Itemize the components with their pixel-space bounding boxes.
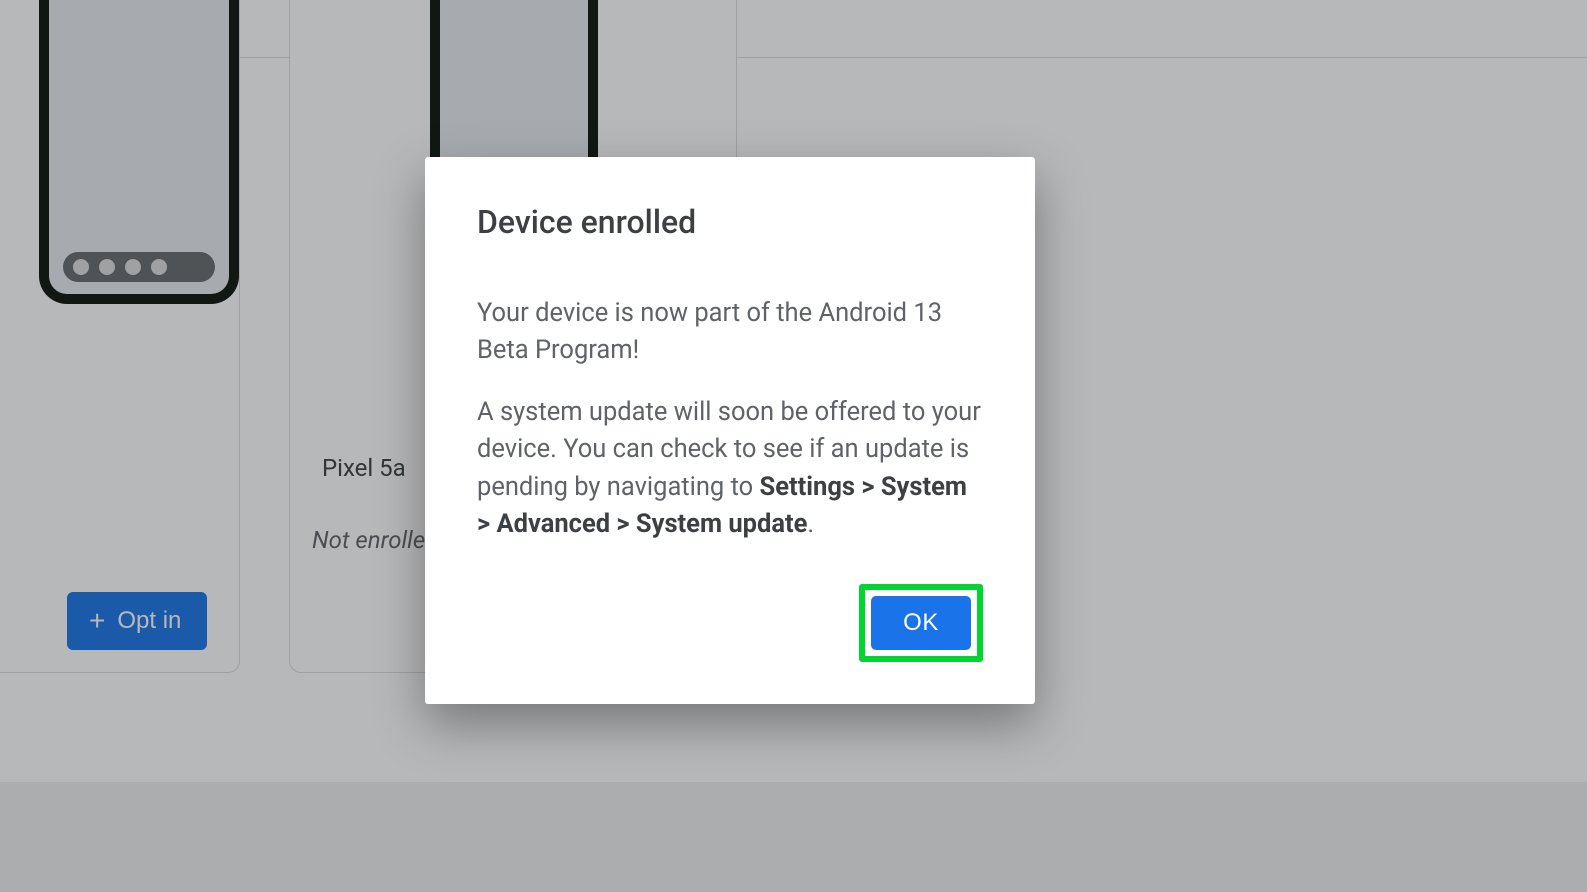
dialog-body-2: A system update will soon be offered to … xyxy=(477,394,983,544)
enrolled-dialog: Device enrolled Your device is now part … xyxy=(425,157,1035,704)
dialog-title: Device enrolled xyxy=(477,203,983,241)
dialog-body-2c: . xyxy=(807,509,814,539)
dialog-body-1: Your device is now part of the Android 1… xyxy=(477,295,983,370)
ok-highlight-icon: OK xyxy=(859,584,983,662)
ok-button[interactable]: OK xyxy=(871,596,971,650)
